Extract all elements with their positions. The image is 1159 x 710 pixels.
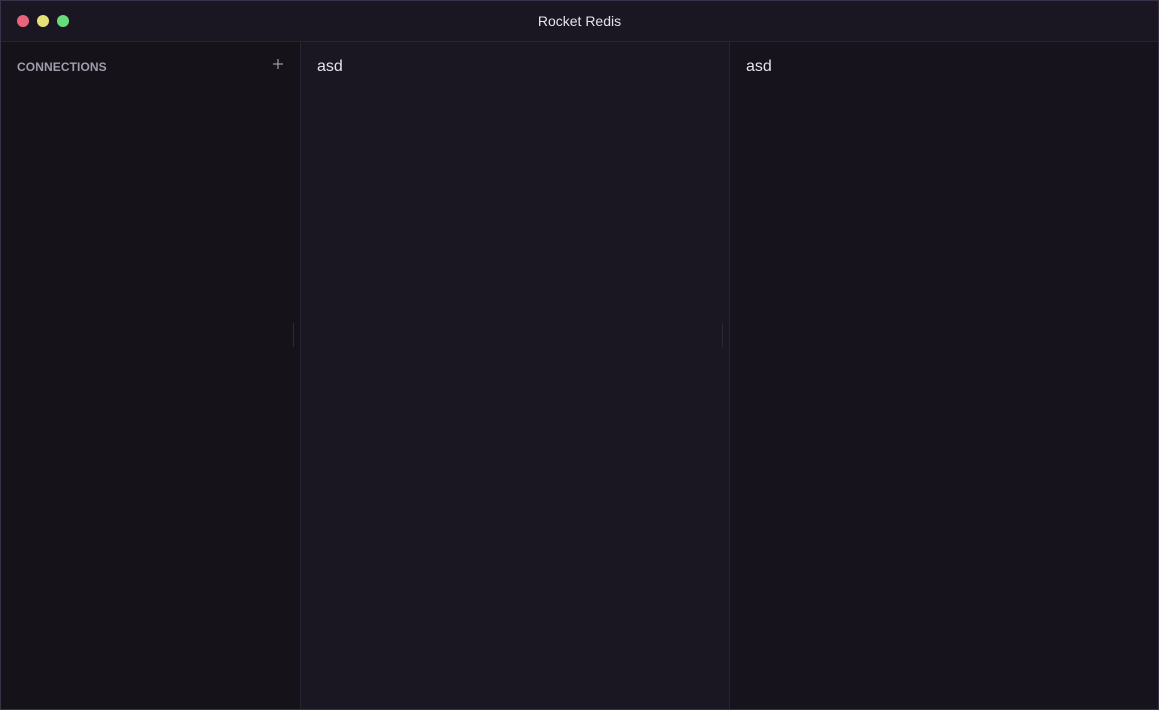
- value-panel-title: asd: [746, 58, 772, 75]
- value-panel: asd: [730, 42, 1158, 709]
- panel-resize-handle[interactable]: [722, 323, 723, 347]
- title-bar[interactable]: Rocket Redis: [1, 1, 1158, 42]
- connections-header: CONNECTIONS: [17, 60, 107, 74]
- app-window: Rocket Redis CONNECTIONS asd asd: [0, 0, 1159, 710]
- sidebar-resize-handle[interactable]: [293, 323, 294, 347]
- window-title: Rocket Redis: [537, 13, 622, 29]
- plus-icon: [269, 55, 287, 73]
- keys-panel-title: asd: [317, 58, 343, 75]
- add-connection-button[interactable]: [269, 55, 287, 73]
- keys-panel: asd: [301, 42, 730, 709]
- connections-sidebar: CONNECTIONS: [1, 42, 301, 709]
